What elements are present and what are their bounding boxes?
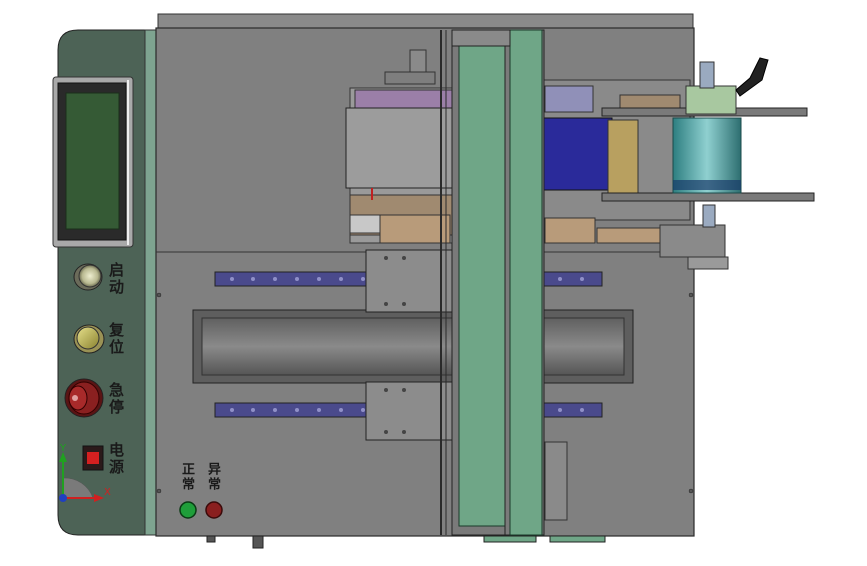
work-trough <box>192 309 634 384</box>
bottom-feet <box>206 535 606 549</box>
power-switch[interactable] <box>82 445 104 471</box>
axis-y-label: Y <box>60 443 67 454</box>
reset-label: 复位 <box>107 322 125 356</box>
machine-svg <box>52 13 815 549</box>
feeder-mechanism <box>539 79 691 244</box>
machine-drawing: 启动 复位 急停 电源 正常 异常 Y X <box>0 0 867 562</box>
axis-x-label: X <box>104 487 111 498</box>
emergency-stop-button[interactable] <box>64 378 104 418</box>
panel-edge-strip <box>144 29 157 536</box>
start-label: 启动 <box>107 262 125 296</box>
start-button[interactable] <box>73 263 103 291</box>
normal-label: 正常 <box>179 462 194 492</box>
power-label: 电源 <box>107 442 125 476</box>
estop-label: 急停 <box>107 382 125 416</box>
hmi-display[interactable] <box>65 92 120 230</box>
fault-indicator-lamp <box>205 501 223 519</box>
reset-button[interactable] <box>73 324 105 354</box>
normal-indicator-lamp <box>179 501 197 519</box>
fault-label: 异常 <box>205 462 220 492</box>
